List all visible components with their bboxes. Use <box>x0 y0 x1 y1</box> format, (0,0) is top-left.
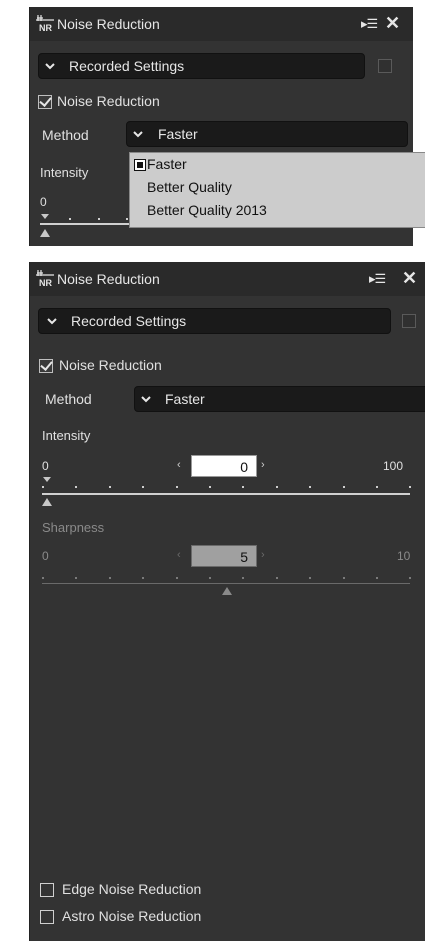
sharpness-label: Sharpness <box>42 520 105 535</box>
sharpness-decrement-icon: ‹ <box>177 549 181 561</box>
intensity-min: 0 <box>42 459 49 473</box>
slider-tick <box>376 577 378 579</box>
nr-icon: NR <box>36 270 54 287</box>
top-panel-titlebar: NR Noise Reduction ▸☰ ✕ <box>30 7 413 41</box>
intensity-track[interactable] <box>42 493 410 495</box>
close-icon[interactable]: ✕ <box>385 13 400 34</box>
top-panel-title: Noise Reduction <box>57 16 160 32</box>
top-intensity-track[interactable] <box>40 223 140 225</box>
slider-tick <box>342 577 345 579</box>
slider-tick <box>75 486 78 488</box>
tick <box>69 218 71 220</box>
slider-tick <box>42 486 44 488</box>
method-label: Method <box>45 391 92 407</box>
intensity-decrement-icon[interactable]: ‹ <box>177 459 181 471</box>
nr-icon: NR <box>36 15 54 32</box>
slider-tick <box>409 577 412 579</box>
method-dropdown-label: Faster <box>165 391 205 407</box>
intensity-max: 100 <box>383 459 404 473</box>
preset-checkbox[interactable] <box>402 314 416 328</box>
slider-tick <box>309 577 312 579</box>
method-dropdown[interactable]: Faster <box>134 386 425 412</box>
svg-text:NR: NR <box>39 278 52 287</box>
astro-noise-label: Astro Noise Reduction <box>62 908 202 924</box>
slider-tick <box>42 577 44 579</box>
top-method-label: Method <box>42 127 89 143</box>
slider-tick <box>309 486 312 488</box>
main-panel-title: Noise Reduction <box>57 271 160 287</box>
preset-dropdown-label: Recorded Settings <box>71 313 187 329</box>
method-option-faster[interactable]: Faster <box>147 156 187 172</box>
astro-noise-checkbox[interactable] <box>40 910 54 924</box>
slider-tick <box>142 486 145 488</box>
slider-tick <box>409 486 412 488</box>
intensity-label: Intensity <box>42 428 91 443</box>
slider-tick <box>108 577 111 579</box>
slider-tick <box>275 486 278 488</box>
slider-tick <box>209 577 211 579</box>
tick <box>126 218 128 220</box>
main-panel-titlebar: NR Noise Reduction ▸☰ ✕ <box>30 262 425 296</box>
top-noise-reduction-label: Noise Reduction <box>57 93 160 109</box>
slider-tick <box>142 577 145 579</box>
noise-reduction-label: Noise Reduction <box>59 357 162 373</box>
top-method-dropdown[interactable]: Faster <box>126 121 408 147</box>
preset-dropdown[interactable]: Recorded Settings <box>38 308 391 334</box>
svg-text:NR: NR <box>39 23 52 32</box>
intensity-value-field[interactable]: 0 <box>191 455 257 477</box>
slider-tick <box>376 486 378 488</box>
slider-tick <box>175 486 178 488</box>
slider-tick <box>75 577 78 579</box>
sharpness-thumb <box>222 587 232 595</box>
top-method-dropdown-label: Faster <box>158 126 198 142</box>
tick <box>98 218 100 220</box>
slider-tick <box>242 577 245 579</box>
top-intensity-thumb-top <box>41 214 49 219</box>
menu-icon[interactable]: ▸☰ <box>361 16 378 32</box>
main-panel: NR Noise Reduction ▸☰ ✕ Recorded Setting… <box>29 262 425 941</box>
top-intensity-thumb[interactable] <box>40 229 50 237</box>
method-options-popup: Faster Better Quality Better Quality 201… <box>129 152 425 228</box>
method-option-better-quality[interactable]: Better Quality <box>147 179 232 195</box>
noise-reduction-checkbox[interactable] <box>39 359 53 373</box>
intensity-increment-icon[interactable]: › <box>261 459 265 471</box>
intensity-thumb-top <box>43 477 51 482</box>
chevron-down-icon <box>47 318 57 325</box>
slider-tick <box>209 486 211 488</box>
chevron-down-icon <box>45 63 55 70</box>
chevron-down-icon <box>133 131 143 138</box>
top-preset-dropdown-label: Recorded Settings <box>69 58 185 74</box>
slider-tick <box>175 577 178 579</box>
slider-tick <box>275 577 278 579</box>
top-intensity-label: Intensity <box>40 165 89 180</box>
top-preset-dropdown[interactable]: Recorded Settings <box>38 53 365 79</box>
intensity-thumb[interactable] <box>42 498 52 506</box>
top-noise-reduction-checkbox[interactable] <box>38 95 52 109</box>
slider-tick <box>342 486 345 488</box>
top-preset-checkbox[interactable] <box>378 59 392 73</box>
slider-tick <box>242 486 245 488</box>
sharpness-value-field: 5 <box>191 545 257 567</box>
top-intensity-min: 0 <box>40 195 47 209</box>
top-panel: NR Noise Reduction ▸☰ ✕ Recorded Setting… <box>29 7 425 246</box>
menu-icon[interactable]: ▸☰ <box>369 271 386 287</box>
option-selected-marker <box>134 159 146 171</box>
edge-noise-label: Edge Noise Reduction <box>62 881 202 897</box>
sharpness-increment-icon: › <box>261 549 265 561</box>
sharpness-min: 0 <box>42 549 49 563</box>
slider-tick <box>108 486 111 488</box>
sharpness-max: 10 <box>397 549 411 563</box>
edge-noise-checkbox[interactable] <box>40 883 54 897</box>
close-icon[interactable]: ✕ <box>402 268 417 289</box>
sharpness-track <box>42 583 410 584</box>
method-option-better-quality-2013[interactable]: Better Quality 2013 <box>147 202 267 218</box>
chevron-down-icon <box>141 396 151 403</box>
